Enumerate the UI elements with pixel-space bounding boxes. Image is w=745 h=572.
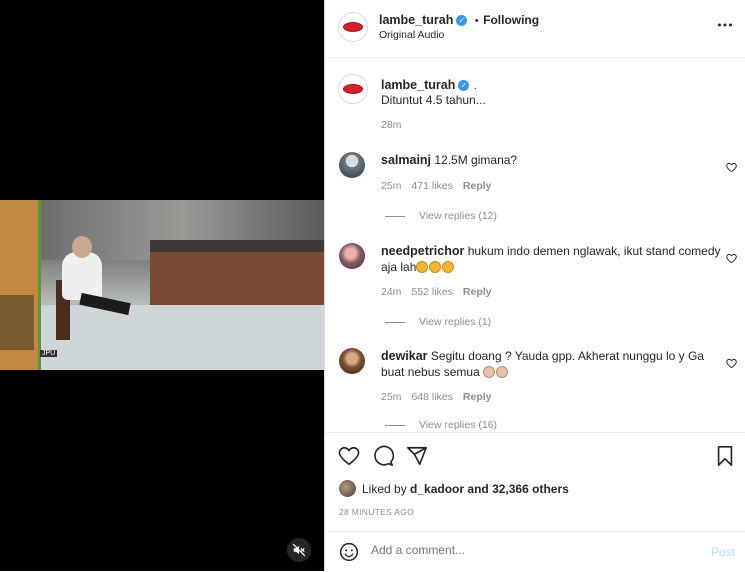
clap-emoji-icon bbox=[429, 261, 442, 273]
comment-button[interactable] bbox=[372, 445, 395, 467]
courtroom-floor bbox=[40, 305, 324, 370]
volume-muted-icon bbox=[292, 543, 306, 557]
follow-status-button[interactable]: Following bbox=[483, 13, 539, 27]
fist-emoji-icon bbox=[496, 366, 509, 378]
more-horizontal-icon bbox=[718, 23, 732, 27]
comment-time[interactable]: 25m bbox=[381, 391, 401, 403]
brand-lips-logo bbox=[343, 84, 363, 94]
post-timestamp[interactable]: 28 MINUTES AGO bbox=[339, 507, 414, 517]
reply-button[interactable]: Reply bbox=[463, 180, 492, 192]
verified-badge-icon: ✓ bbox=[456, 15, 468, 26]
comment-likes[interactable]: 552 likes bbox=[411, 286, 452, 298]
caption-text: Dituntut 4.5 tahun... bbox=[381, 93, 486, 107]
video-frame[interactable]: JPU bbox=[0, 200, 324, 370]
reply-button[interactable]: Reply bbox=[463, 391, 492, 403]
heart-icon bbox=[338, 446, 360, 466]
view-replies-button[interactable]: View replies (16) bbox=[385, 420, 497, 430]
heart-icon bbox=[726, 162, 737, 173]
video-overlay-label: JPU bbox=[40, 350, 58, 357]
fist-emoji-icon bbox=[483, 366, 496, 378]
comment-body: dewikar Segitu doang ? Yauda gpp. Akhera… bbox=[381, 348, 721, 380]
audio-label[interactable]: Original Audio bbox=[379, 29, 444, 41]
header-username[interactable]: lambe_turah bbox=[379, 13, 453, 27]
post-header: lambe_turah ✓ • Following Original Audio bbox=[325, 0, 745, 58]
comment-time[interactable]: 25m bbox=[381, 180, 401, 192]
comment-meta: 24m 552 likes Reply bbox=[381, 286, 501, 298]
liked-by-prefix: Liked by bbox=[362, 481, 407, 496]
comment-body: salmainj 12.5M gimana? bbox=[381, 152, 721, 168]
view-replies-button[interactable]: View replies (1) bbox=[385, 316, 491, 328]
comment-avatar[interactable] bbox=[339, 348, 365, 374]
defendant-head bbox=[72, 236, 92, 258]
add-comment-bar: Post bbox=[325, 531, 745, 572]
comment-time[interactable]: 24m bbox=[381, 286, 401, 298]
comment-text: Segitu doang ? Yauda gpp. Akherat nunggu… bbox=[381, 349, 705, 379]
emoji-group bbox=[480, 365, 509, 379]
view-replies-label: View replies (16) bbox=[419, 420, 498, 430]
side-video-shadow bbox=[0, 295, 34, 350]
caption-time[interactable]: 28m bbox=[381, 119, 401, 131]
comment-username[interactable]: salmainj bbox=[381, 153, 431, 167]
bookmark-icon bbox=[717, 446, 733, 466]
post-comment-button[interactable]: Post bbox=[711, 545, 735, 559]
emoji-group bbox=[416, 260, 455, 274]
comment-likes[interactable]: 471 likes bbox=[411, 180, 452, 192]
comment-likes[interactable]: 648 likes bbox=[411, 391, 452, 403]
heart-icon bbox=[726, 253, 737, 264]
replies-line bbox=[385, 321, 405, 323]
clap-emoji-icon bbox=[442, 261, 455, 273]
clap-emoji-icon bbox=[416, 261, 429, 273]
liked-by-avatar[interactable] bbox=[339, 480, 356, 497]
comment-body: needpetrichor hukum indo demen nglawak, … bbox=[381, 243, 721, 275]
replies-line bbox=[385, 215, 405, 217]
like-comment-button[interactable] bbox=[726, 356, 737, 374]
comment-text: 12.5M gimana? bbox=[434, 153, 518, 167]
brand-lips-logo bbox=[343, 22, 363, 32]
liked-by-user[interactable]: d_kadoor bbox=[410, 482, 464, 496]
comment-avatar[interactable] bbox=[339, 152, 365, 178]
judges-bench-top bbox=[150, 240, 324, 252]
comment-icon bbox=[374, 445, 395, 466]
liked-by: Liked by d_kadoor and 32,366 others bbox=[339, 480, 569, 497]
caption-username[interactable]: lambe_turah bbox=[381, 78, 455, 92]
more-options-button[interactable] bbox=[717, 17, 733, 38]
smiley-icon bbox=[339, 542, 359, 562]
comment-meta: 25m 648 likes Reply bbox=[381, 391, 501, 403]
verified-badge-icon: ✓ bbox=[458, 80, 470, 91]
replies-line bbox=[385, 424, 405, 426]
view-replies-label: View replies (12) bbox=[419, 210, 498, 222]
reply-button[interactable]: Reply bbox=[463, 286, 492, 298]
liked-by-others[interactable]: and 32,366 others bbox=[467, 482, 568, 496]
view-replies-button[interactable]: View replies (12) bbox=[385, 210, 497, 222]
post-details-pane: lambe_turah ✓ • Following Original Audio … bbox=[325, 0, 745, 571]
view-replies-label: View replies (1) bbox=[419, 316, 492, 328]
follow-separator: • bbox=[474, 15, 479, 27]
comment-username[interactable]: needpetrichor bbox=[381, 244, 464, 258]
like-button[interactable] bbox=[338, 445, 360, 467]
save-button[interactable] bbox=[714, 445, 736, 467]
avatar[interactable] bbox=[338, 12, 368, 42]
comment-input[interactable] bbox=[371, 543, 671, 557]
comment-username[interactable]: dewikar bbox=[381, 349, 428, 363]
share-button[interactable] bbox=[406, 445, 428, 467]
like-comment-button[interactable] bbox=[726, 160, 737, 178]
send-icon bbox=[407, 446, 427, 466]
caption-avatar[interactable] bbox=[338, 74, 368, 104]
actions-divider bbox=[325, 432, 745, 433]
caption-dot: . bbox=[473, 80, 477, 92]
emoji-picker-button[interactable] bbox=[339, 542, 359, 567]
like-comment-button[interactable] bbox=[726, 251, 737, 269]
mute-button[interactable] bbox=[287, 538, 311, 562]
video-player[interactable]: JPU bbox=[0, 0, 324, 571]
heart-icon bbox=[726, 358, 737, 369]
comment-meta: 25m 471 likes Reply bbox=[381, 180, 501, 192]
comment-avatar[interactable] bbox=[339, 243, 365, 269]
